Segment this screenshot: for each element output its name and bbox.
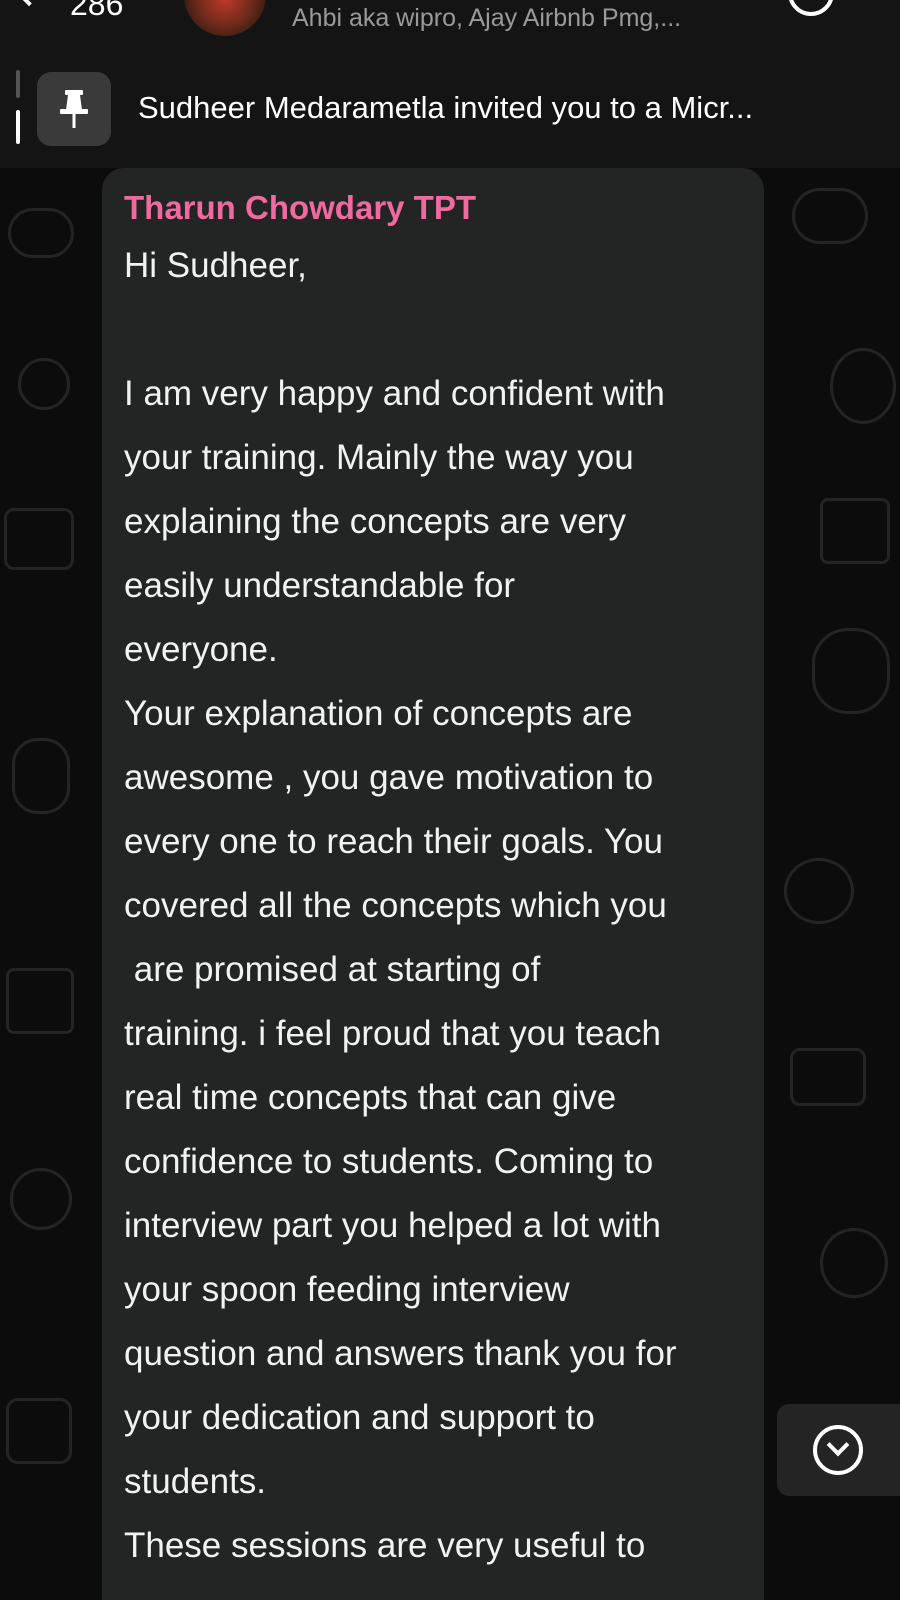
wallpaper-doodle [830,348,896,424]
chat-header: 286 Ahbi aka wipro, Ajay Airbnb Pmg,... [0,0,900,50]
sender-name[interactable]: Tharun Chowdary TPT [124,188,742,228]
message-line: students. [124,1462,267,1501]
message-text: Hi Sudheer, I am very happy and confiden… [124,234,742,1578]
wallpaper-doodle [10,1168,72,1230]
message-line [124,298,742,362]
wallpaper-doodle [4,508,74,570]
message-line: Your explanation of concepts are [124,694,633,733]
wallpaper-doodle [812,628,890,714]
message-line: question and answers thank you for [124,1334,677,1373]
wallpaper-doodle [820,498,890,564]
message-line: easily understandable for [124,566,516,605]
message-line: every one to reach their goals. You [124,822,663,861]
pin-indicator-active [16,110,20,144]
message-line: everyone. [124,630,278,669]
message-line: awesome , you gave motivation to [124,758,654,797]
wallpaper-doodle [790,1048,866,1106]
wallpaper-doodle [784,858,854,924]
message-line: covered all the concepts which you [124,886,667,925]
message-line: confidence to students. Coming to [124,1142,654,1181]
group-members[interactable]: Ahbi aka wipro, Ajay Airbnb Pmg,... [292,4,681,33]
message-line: your spoon feeding interview [124,1270,570,1309]
wallpaper-doodle [6,1398,72,1464]
wallpaper-doodle [820,1228,888,1298]
message-line: are promised at starting of [124,950,541,989]
scroll-to-bottom-button[interactable] [777,1404,900,1496]
group-avatar[interactable] [184,0,266,36]
message-line: explaining the concepts are very [124,502,626,541]
message-bubble[interactable]: Tharun Chowdary TPT Hi Sudheer, I am ver… [102,168,764,1600]
message-line: interview part you helped a lot with [124,1206,661,1245]
message-line: real time concepts that can give [124,1078,617,1117]
message-line: training. i feel proud that you teach [124,1014,662,1053]
pin-icon [37,72,111,146]
wallpaper-doodle [12,738,70,814]
wallpaper-doodle [18,358,70,410]
wallpaper-doodle [6,968,74,1034]
pin-indicator [16,70,20,98]
wallpaper-doodle [8,208,74,258]
message-line: your dedication and support to [124,1398,595,1437]
chevron-down-icon[interactable] [813,1425,863,1475]
message-line: your training. Mainly the way you [124,438,634,477]
chevron-left-icon[interactable] [7,0,51,7]
message-line: These sessions are very useful to [124,1526,646,1565]
call-icon[interactable] [788,0,834,16]
pinned-message-text[interactable]: Sudheer Medarametla invited you to a Mic… [138,90,858,126]
message-line: Hi Sudheer, [124,246,307,285]
unread-count[interactable]: 286 [70,0,123,23]
message-line: I am very happy and confident with [124,374,665,413]
wallpaper-doodle [792,188,868,244]
